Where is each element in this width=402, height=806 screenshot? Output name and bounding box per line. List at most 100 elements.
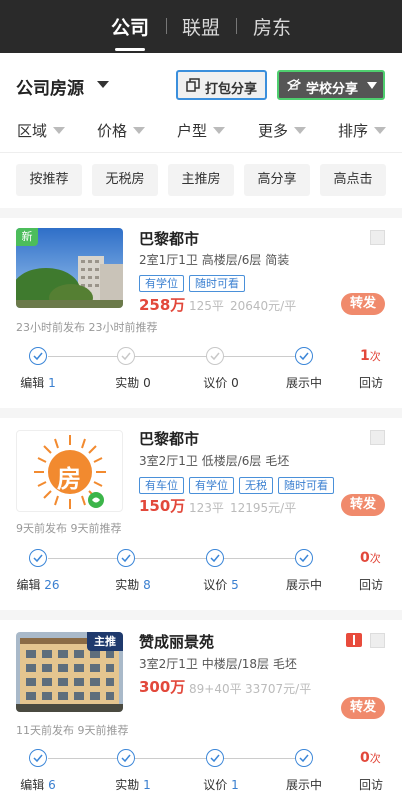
chip-tax-free[interactable]: 无税房 — [92, 164, 158, 196]
listing-unit-price: 20640元/平 — [230, 299, 297, 313]
tab-separator — [166, 18, 167, 34]
check-icon — [206, 347, 224, 365]
listing-area: 89+40平 — [189, 682, 242, 696]
step-display[interactable]: 展示中 — [269, 776, 339, 793]
listing-name[interactable]: 巴黎都市 — [139, 428, 199, 449]
listing-unit-price: 33707元/平 — [245, 682, 312, 696]
copy-icon — [186, 78, 200, 92]
dropdown-triangle-icon — [294, 127, 307, 134]
pack-share-button[interactable]: 打包分享 — [176, 70, 267, 100]
section-divider — [0, 610, 402, 620]
chip-recommended[interactable]: 按推荐 — [16, 164, 82, 196]
featured-badge: 主推 — [87, 632, 123, 651]
dropdown-triangle-icon — [53, 127, 66, 134]
tab-landlord[interactable]: 房东 — [253, 13, 291, 40]
dropdown-triangle-icon — [374, 127, 387, 134]
chip-featured[interactable]: 主推房 — [168, 164, 234, 196]
filter-layout[interactable]: 户型 — [177, 120, 226, 141]
step-edit[interactable]: 编辑 6 — [3, 776, 73, 793]
visit-button[interactable]: 回访 — [359, 374, 383, 391]
listing-card[interactable]: 主推 赞成丽景苑 3室2厅1卫 中楼层/18层 毛坯 300万 89+40平 3… — [0, 620, 402, 806]
posted-time: 9天前发布 9天前推荐 — [16, 522, 122, 535]
step-display[interactable]: 展示中 — [269, 374, 339, 391]
chip-high-share[interactable]: 高分享 — [244, 164, 310, 196]
status-icon[interactable] — [370, 633, 385, 648]
tab-company[interactable]: 公司 — [111, 13, 149, 40]
listing-tag: 随时可看 — [278, 477, 334, 494]
step-edit[interactable]: 编辑 1 — [3, 374, 73, 391]
listing-price: 258万 — [139, 296, 186, 314]
forward-button[interactable]: 转发 — [341, 293, 385, 315]
step-connector — [48, 356, 304, 357]
step-bargain[interactable]: 议价 5 — [186, 576, 256, 593]
top-tab-bar: 公司 联盟 房东 — [0, 0, 402, 53]
step-display[interactable]: 展示中 — [269, 576, 339, 593]
posted-time: 23小时前发布 23小时前推荐 — [16, 321, 158, 334]
status-icon[interactable] — [370, 430, 385, 445]
check-icon — [206, 549, 224, 567]
listing-card[interactable]: 房 巴黎都市 3室2厅1卫 低楼层/6层 毛坯 有车位 有学位 无税 随时可看 150… — [0, 418, 402, 610]
listing-name[interactable]: 巴黎都市 — [139, 228, 199, 249]
listing-area: 123平 — [189, 501, 224, 515]
red-packet-icon[interactable] — [346, 633, 362, 647]
tab-alliance[interactable]: 联盟 — [182, 13, 220, 40]
school-share-label: 学校分享 — [306, 82, 359, 97]
step-bargain[interactable]: 议价 1 — [186, 776, 256, 793]
pack-share-label: 打包分享 — [205, 82, 258, 97]
listing-qr-code[interactable]: 房 — [16, 430, 123, 512]
check-icon — [117, 749, 135, 767]
filter-area[interactable]: 区域 — [17, 120, 66, 141]
forward-button[interactable]: 转发 — [341, 494, 385, 516]
listing-tag: 有车位 — [139, 477, 184, 494]
section-divider — [0, 408, 402, 418]
step-survey[interactable]: 实勘 0 — [98, 374, 168, 391]
listing-area: 125平 — [189, 299, 224, 313]
step-bargain[interactable]: 议价 0 — [186, 374, 256, 391]
step-survey[interactable]: 实勘 8 — [98, 576, 168, 593]
listing-card[interactable]: 新 巴黎都市 2室1厅1卫 高楼层/6层 简装 有学位 随时可看 258万 125… — [0, 218, 402, 408]
chevron-down-icon — [367, 82, 377, 89]
listing-photo[interactable]: 主推 — [16, 632, 123, 712]
check-icon — [295, 549, 313, 567]
filter-more[interactable]: 更多 — [258, 120, 307, 141]
visit-button[interactable]: 回访 — [359, 576, 383, 593]
listing-price: 300万 — [139, 678, 186, 696]
page-title[interactable]: 公司房源 — [16, 74, 84, 99]
filter-price[interactable]: 价格 — [97, 120, 146, 141]
check-icon — [29, 749, 47, 767]
check-icon — [117, 549, 135, 567]
chevron-down-icon[interactable] — [97, 81, 109, 88]
qr-center-char: 房 — [57, 465, 81, 493]
dropdown-triangle-icon — [213, 127, 226, 134]
quick-filter-row: 按推荐 无税房 主推房 高分享 高点击 — [0, 153, 402, 208]
step-edit[interactable]: 编辑 26 — [3, 576, 73, 593]
section-divider — [0, 208, 402, 218]
listing-tag: 随时可看 — [189, 275, 245, 292]
status-icon[interactable] — [370, 230, 385, 245]
listing-info: 3室2厅1卫 中楼层/18层 毛坯 — [139, 657, 297, 671]
listing-name[interactable]: 赞成丽景苑 — [139, 631, 214, 652]
graduate-icon — [287, 78, 301, 92]
tab-separator — [236, 18, 237, 34]
dropdown-triangle-icon — [133, 127, 146, 134]
step-survey[interactable]: 实勘 1 — [98, 776, 168, 793]
filter-bar: 区域 价格 户型 更多 排序 — [0, 109, 402, 153]
visit-count: 0次 — [360, 550, 381, 566]
listing-info: 3室2厅1卫 低楼层/6层 毛坯 — [139, 454, 290, 468]
visit-button[interactable]: 回访 — [359, 776, 383, 793]
active-tab-indicator — [115, 48, 145, 51]
visit-count: 0次 — [360, 750, 381, 766]
listing-price: 150万 — [139, 497, 186, 515]
listing-info: 2室1厅1卫 高楼层/6层 简装 — [139, 253, 290, 267]
check-icon — [295, 347, 313, 365]
progress-steps: 编辑 26 实勘 8 议价 5 展示中 0次 回访 — [0, 548, 402, 604]
progress-steps: 编辑 6 实勘 1 议价 1 展示中 0次 回访 — [0, 748, 402, 804]
listing-photo[interactable]: 新 — [16, 228, 123, 308]
forward-button[interactable]: 转发 — [341, 697, 385, 719]
listing-tags: 有车位 有学位 无税 随时可看 — [139, 474, 339, 494]
school-share-button[interactable]: 学校分享 — [277, 70, 385, 100]
filter-sort[interactable]: 排序 — [338, 120, 387, 141]
chip-high-click[interactable]: 高点击 — [320, 164, 386, 196]
visit-count: 1次 — [360, 348, 381, 364]
listing-tag: 无税 — [239, 477, 273, 494]
